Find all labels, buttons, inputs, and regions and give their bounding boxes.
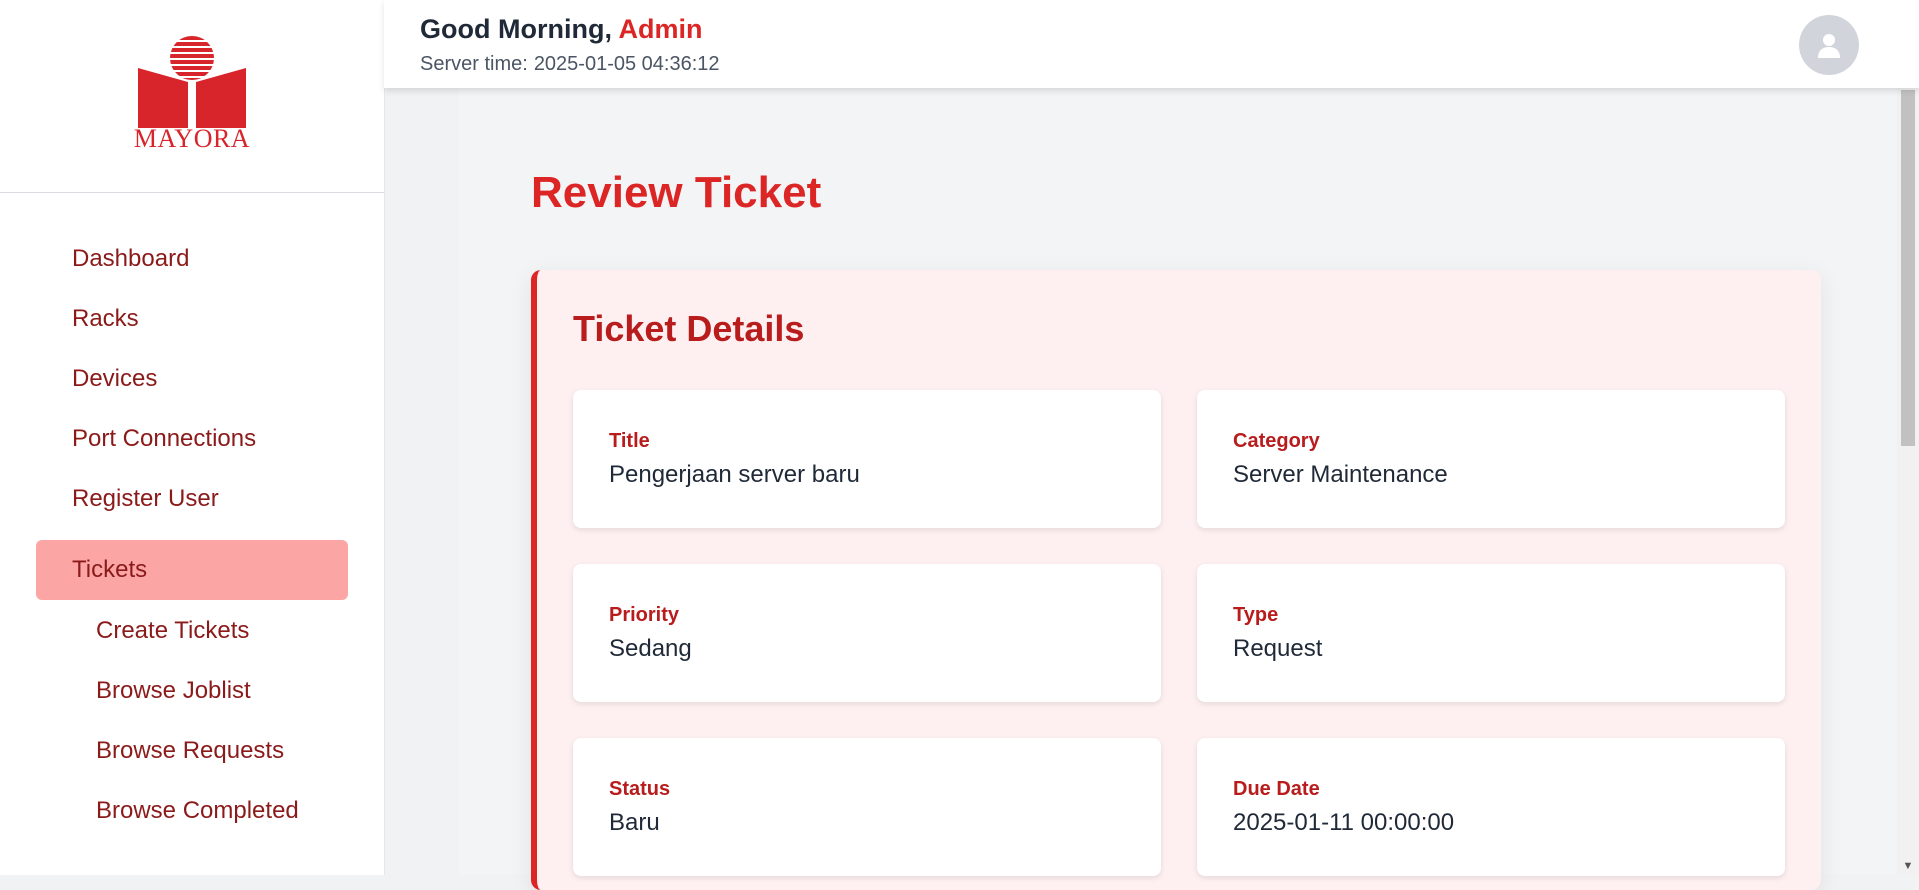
vertical-scrollbar[interactable]: ▼	[1897, 88, 1919, 875]
sidebar-item-devices[interactable]: Devices	[0, 354, 384, 414]
greeting-text: Good Morning,	[420, 14, 612, 44]
field-label: Title	[609, 430, 650, 452]
sidebar-item-browse-joblist[interactable]: Browse Joblist	[0, 666, 384, 726]
sidebar: MAYORA Dashboard Racks Devices Port Conn…	[0, 0, 385, 875]
scrollbar-thumb[interactable]	[1901, 90, 1915, 446]
field-label: Category	[1233, 430, 1320, 452]
server-time-label: Server time:	[420, 53, 528, 75]
field-label: Status	[609, 778, 671, 800]
details-heading: Ticket Details	[573, 308, 805, 349]
sidebar-item-racks[interactable]: Racks	[0, 294, 384, 354]
greeting: Good Morning, Admin	[420, 14, 702, 45]
scroll-down-icon[interactable]: ▼	[1897, 857, 1919, 875]
logo: MAYORA	[0, 0, 384, 193]
avatar[interactable]	[1799, 15, 1859, 75]
field-value: Server Maintenance	[1233, 461, 1448, 488]
ticket-details-card: Ticket Details Title Pengerjaan server b…	[531, 270, 1821, 890]
field-value: 2025-01-11 00:00:00	[1233, 809, 1455, 836]
field-value: Sedang	[609, 635, 692, 662]
field-title: Title Pengerjaan server baru	[573, 390, 1161, 528]
user-name: Admin	[618, 14, 703, 44]
field-label: Priority	[609, 604, 680, 626]
sidebar-item-create-tickets[interactable]: Create Tickets	[0, 606, 384, 666]
sidebar-item-port-connections[interactable]: Port Connections	[0, 414, 384, 474]
mayora-logo-icon	[138, 36, 246, 128]
main-content: Review Ticket Ticket Details Title Penge…	[459, 88, 1899, 890]
sidebar-nav: Dashboard Racks Devices Port Connections…	[0, 234, 384, 846]
brand-name: MAYORA	[133, 124, 251, 153]
page-title: Review Ticket	[531, 168, 822, 217]
sidebar-item-register-user[interactable]: Register User	[0, 474, 384, 534]
server-time-value: 2025-01-05 04:36:12	[533, 53, 720, 75]
field-due-date: Due Date 2025-01-11 00:00:00	[1197, 738, 1785, 876]
server-time: Server time: 2025-01-05 04:36:12	[420, 53, 720, 76]
field-label: Due Date	[1233, 778, 1320, 800]
field-status: Status Baru	[573, 738, 1161, 876]
top-bar: Good Morning, Admin Server time: 2025-01-…	[384, 0, 1919, 88]
field-label: Type	[1233, 604, 1279, 626]
field-value: Pengerjaan server baru	[609, 461, 860, 488]
field-priority: Priority Sedang	[573, 564, 1161, 702]
field-value: Baru	[609, 809, 660, 836]
sidebar-item-dashboard[interactable]: Dashboard	[0, 234, 384, 294]
sidebar-item-browse-requests[interactable]: Browse Requests	[0, 726, 384, 786]
sidebar-item-tickets[interactable]: Tickets	[36, 540, 348, 600]
field-category: Category Server Maintenance	[1197, 390, 1785, 528]
sidebar-item-browse-completed[interactable]: Browse Completed	[0, 786, 384, 846]
user-icon	[1818, 34, 1840, 58]
field-type: Type Request	[1197, 564, 1785, 702]
field-value: Request	[1233, 635, 1323, 662]
